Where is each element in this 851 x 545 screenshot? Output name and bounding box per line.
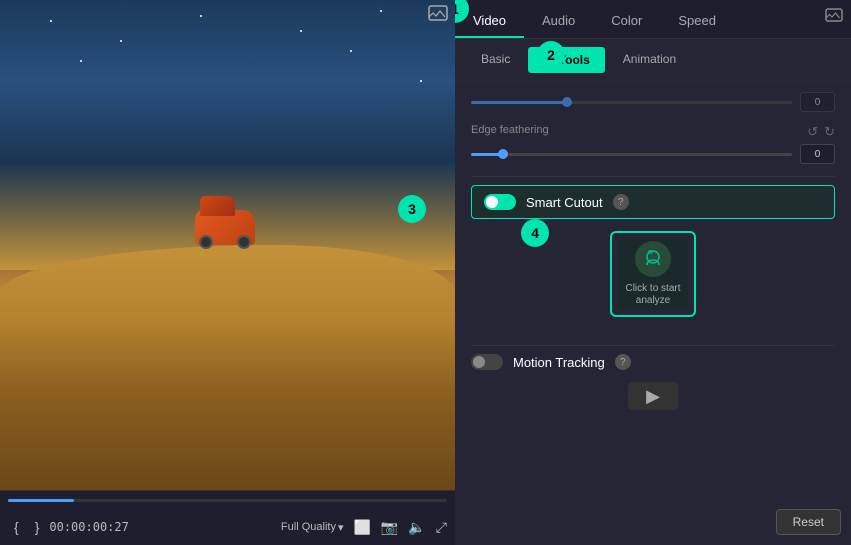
slider-value-edge[interactable]: 0 [800,144,835,164]
volume-icon[interactable]: 🔈 [408,519,425,536]
timeline-bar[interactable] [8,499,447,502]
video-vehicle [185,195,265,255]
smart-cutout-toggle[interactable] [484,194,516,210]
camera-icon[interactable]: 📷 [381,519,398,536]
slider-control-edge: 0 [471,144,835,164]
step-3-badge: 3 [398,195,426,223]
video-controls: { } 00:00:00:27 Full Quality ▾ ⬜ 📷 🔈 ⤢ [0,490,455,545]
slider-track-1[interactable] [471,101,792,104]
edge-feathering-section: Edge feathering ↺ ↻ 0 [471,124,835,164]
motion-tracking-title: Motion Tracking [513,355,605,370]
slider-fill-1 [471,101,567,104]
controls-row: { } 00:00:00:27 Full Quality ▾ ⬜ 📷 🔈 ⤢ [8,517,447,537]
star [120,40,122,42]
undo-icon[interactable]: ↺ [807,124,818,140]
screen-icon[interactable]: ⬜ [353,519,370,536]
smart-cutout-section: Smart Cutout ? [471,185,835,219]
star [300,30,302,32]
vehicle-wheel-left [199,235,213,249]
star [350,50,352,52]
slider-track-edge[interactable] [471,153,792,156]
bracket-left-btn[interactable]: { [8,517,25,537]
right-content: 0 Edge feathering ↺ ↻ 0 [455,82,851,545]
vehicle-wheel-right [237,235,251,249]
video-panel: 3 { } 00:00:00:27 Full Quality ▾ ⬜ [0,0,455,545]
bottom-controls-icons: Full Quality ▾ ⬜ 📷 🔈 ⤢ [281,519,447,536]
star [420,80,422,82]
toggle-knob [486,196,498,208]
tab-audio[interactable]: Audio [524,5,593,38]
vehicle-body [195,210,255,245]
motion-tracking-section: Motion Tracking ? [471,354,835,370]
redo-icon[interactable]: ↻ [824,124,835,140]
analyze-icon [635,241,671,277]
video-upload-icon[interactable] [428,5,450,27]
upload-corner-icon [825,8,843,31]
step-2-badge: 2 [537,41,565,69]
time-display: 00:00:00:27 [49,520,128,534]
star [50,20,52,22]
fullscreen-icon[interactable]: ⤢ [436,519,447,536]
smart-cutout-help-icon[interactable]: ? [613,194,629,210]
subtab-animation[interactable]: Animation [609,47,690,73]
bracket-right-btn[interactable]: } [29,517,46,537]
step-4-badge: 4 [521,219,549,247]
slider-thumb-edge [498,149,508,159]
motion-tracking-toggle[interactable] [471,354,503,370]
top-tabs: 1 Video Audio Color Speed [455,0,851,39]
divider-1 [471,176,835,177]
timeline-progress [8,499,74,502]
star [200,15,202,17]
tab-speed[interactable]: Speed [660,5,734,38]
video-preview: 3 [0,0,455,490]
smart-cutout-title: Smart Cutout [526,195,603,210]
chevron-down-icon: ▾ [338,521,344,534]
sub-tabs: 2 Basic AI Tools Animation [455,39,851,82]
analyze-label: Click to start analyze [618,283,688,307]
slider-row-1: 0 [471,92,835,112]
subtab-basic[interactable]: Basic [467,47,524,73]
motion-tracking-help-icon[interactable]: ? [615,354,631,370]
quality-select[interactable]: Full Quality ▾ [281,521,344,534]
analyze-button-container[interactable]: Click to start analyze [610,231,696,317]
slider-thumb-1 [562,97,572,107]
slider-control-1: 0 [471,92,835,112]
edge-feathering-label: Edge feathering [471,124,549,136]
right-panel: 1 Video Audio Color Speed 2 Basic AI Too… [455,0,851,545]
reset-button[interactable]: Reset [776,509,841,535]
star [380,10,382,12]
star [80,60,82,62]
video-sand [0,245,455,490]
slider-value-1[interactable]: 0 [800,92,835,112]
analyze-button[interactable]: Click to start analyze [618,239,688,309]
divider-2 [471,345,835,346]
vehicle-top [200,196,235,216]
motion-tracking-btn[interactable]: ▶ [628,382,678,410]
slider-reset-icons: ↺ ↻ [807,124,835,140]
tab-color[interactable]: Color [593,5,660,38]
toggle-knob-off [473,356,485,368]
main-container: 3 { } 00:00:00:27 Full Quality ▾ ⬜ [0,0,851,545]
